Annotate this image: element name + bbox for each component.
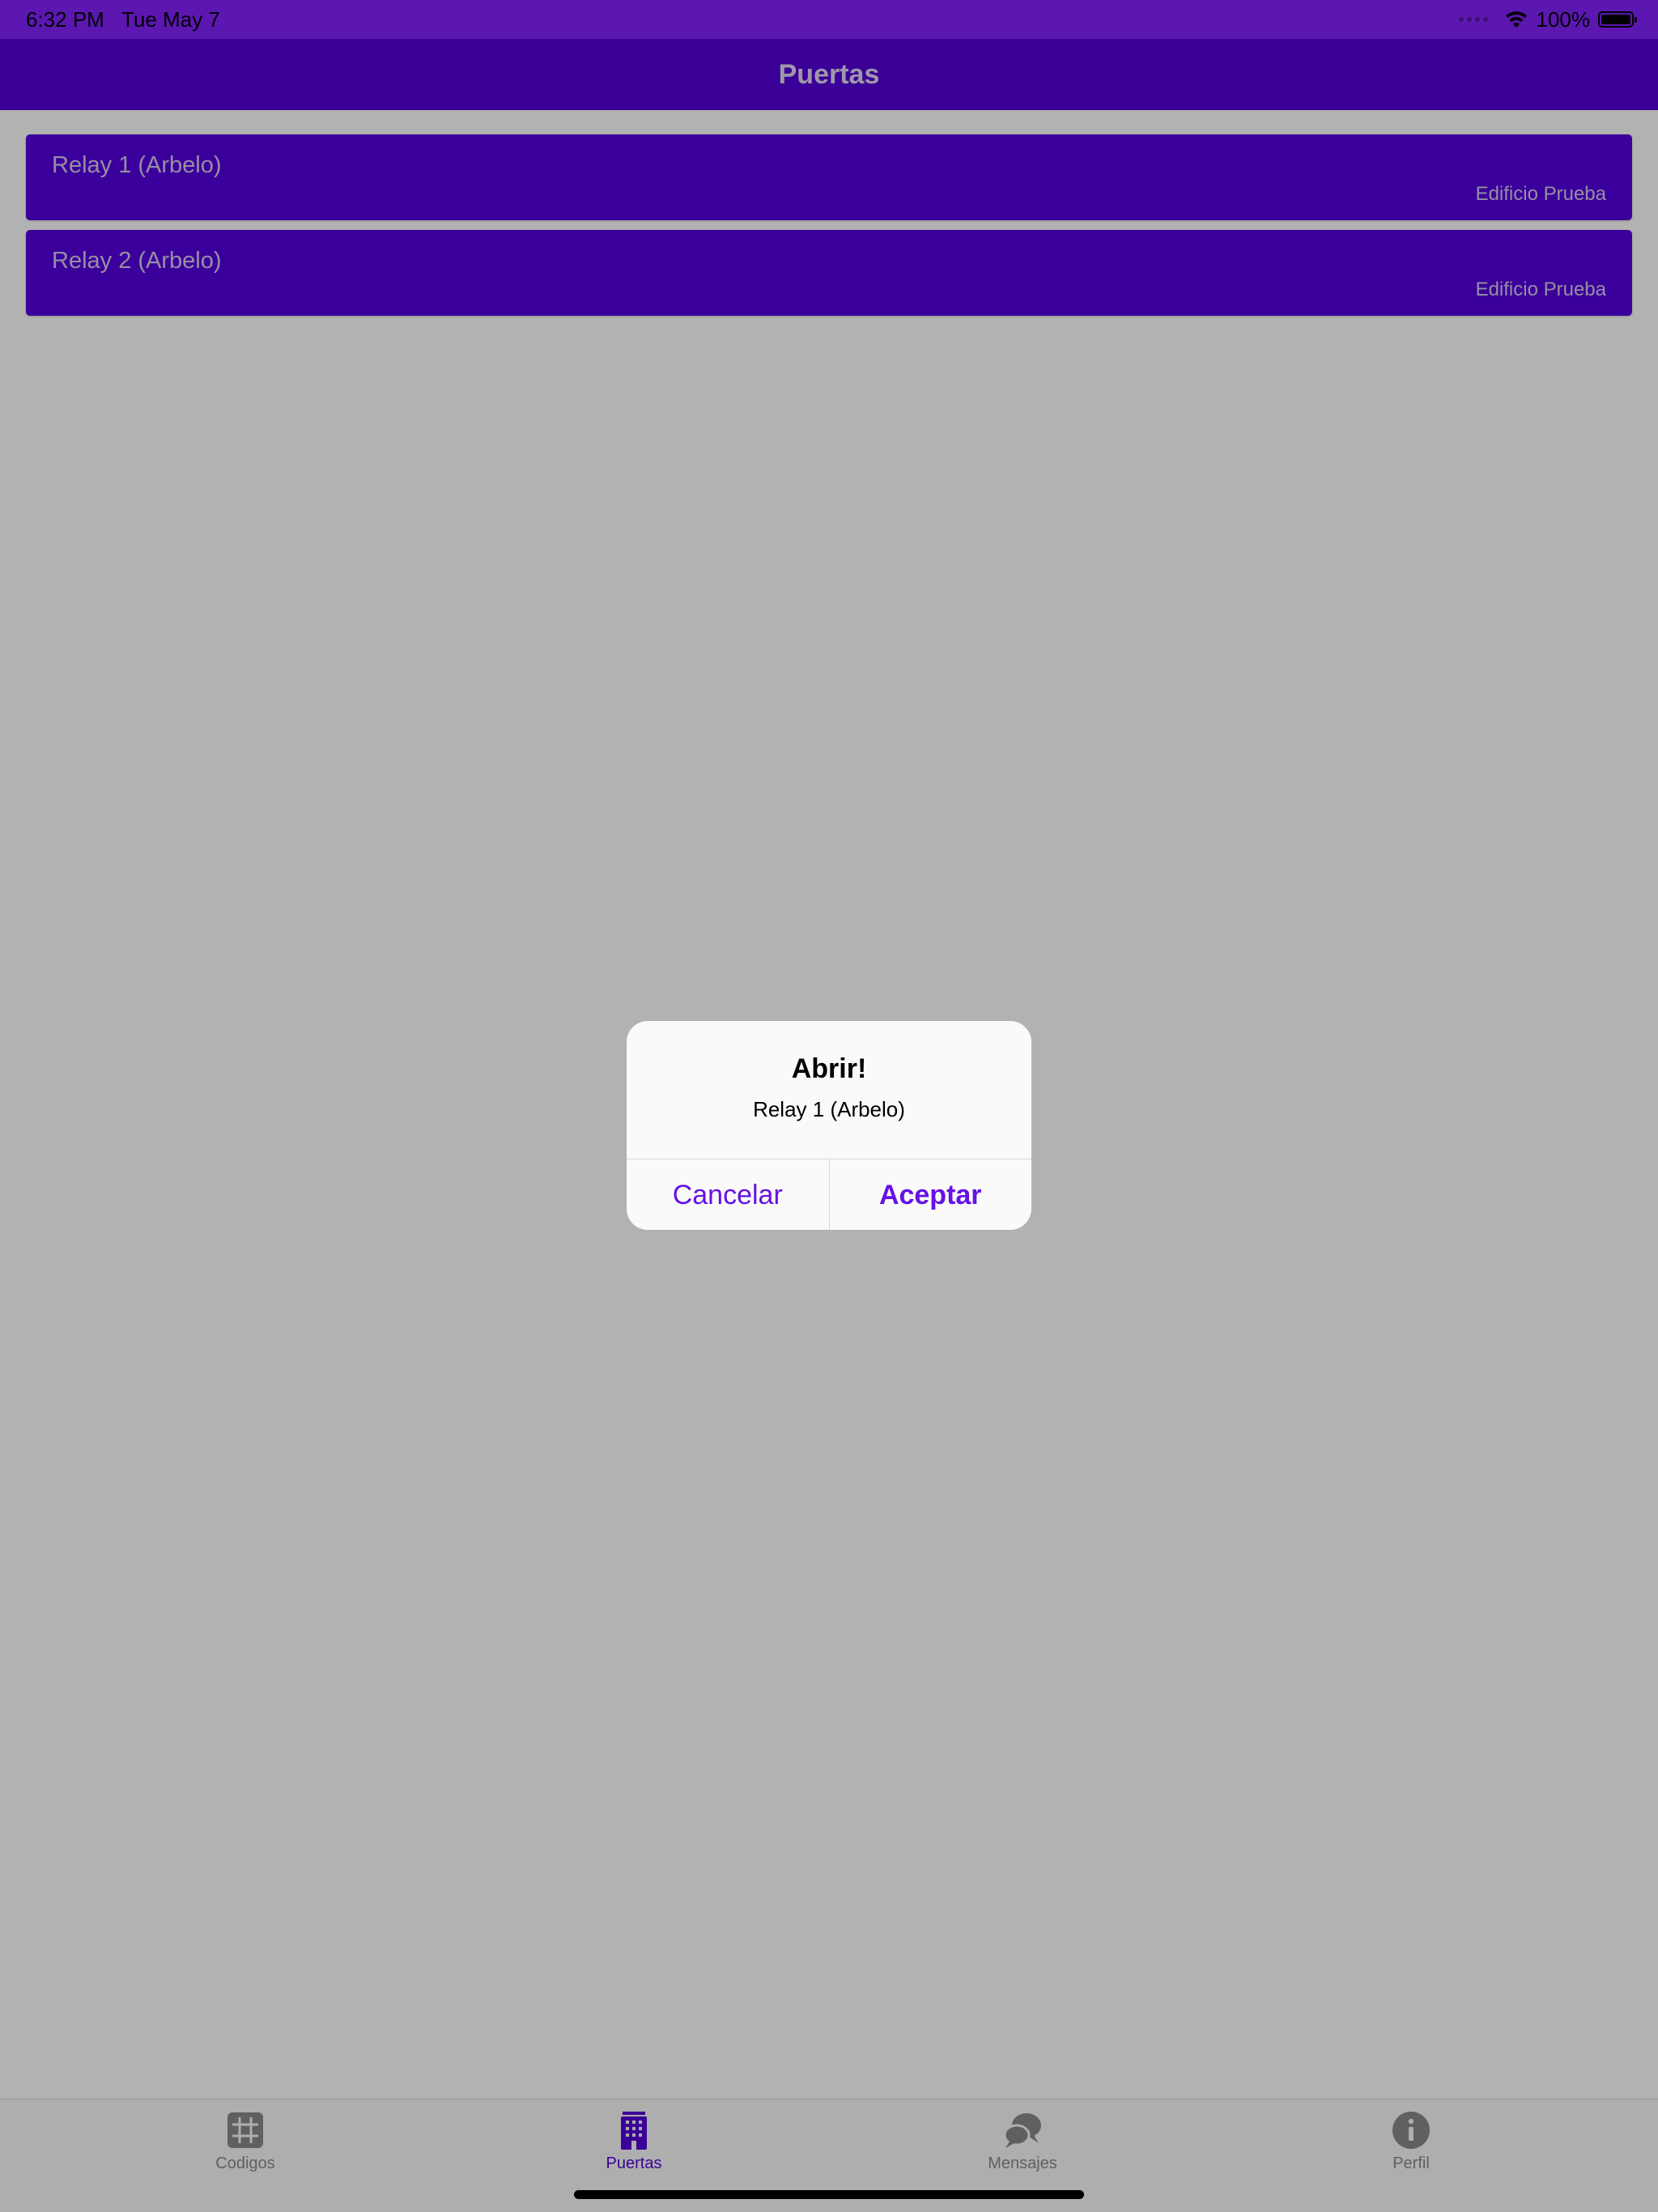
accept-button[interactable]: Aceptar	[828, 1159, 1032, 1230]
cancel-button[interactable]: Cancelar	[627, 1159, 829, 1230]
dialog-message: Relay 1 (Arbelo)	[753, 1097, 905, 1121]
confirm-open-dialog: Abrir! Relay 1 (Arbelo) Cancelar Aceptar	[627, 1021, 1031, 1230]
dialog-actions: Cancelar Aceptar	[627, 1159, 1031, 1230]
dialog-title: Abrir!	[791, 1053, 867, 1084]
